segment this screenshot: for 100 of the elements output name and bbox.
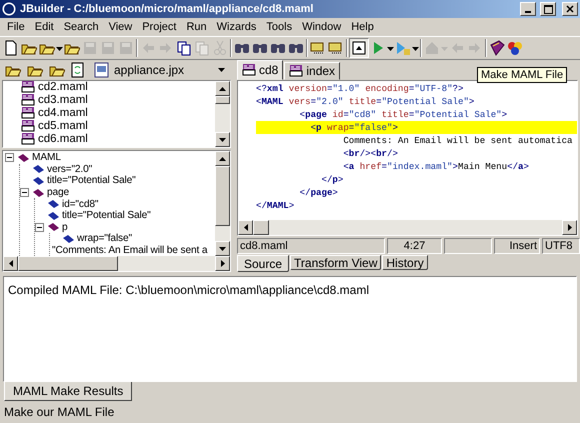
tree-item[interactable]: id="cd8" [62,198,98,210]
caret-icon [218,68,225,72]
tree-item[interactable]: MAML [32,152,61,164]
code-line: <page id="cd8" title="Potential Sale"> [298,108,508,121]
tree-item[interactable]: page [47,187,70,198]
message-line: Compiled MAML File: C:\bluemoon\micro\maml\appliance\cd8.maml [8,283,370,297]
down-arrow-icon [219,138,226,142]
editor-tab[interactable]: index [284,62,340,80]
close-icon [566,5,574,13]
expander-toggle[interactable] [35,222,44,232]
code-line: </MAML> [256,199,296,212]
file-icon [21,106,35,119]
view-tab[interactable]: Source [237,255,290,272]
maximize-button[interactable] [540,2,556,16]
menu-item[interactable]: Tools [261,21,298,33]
file-icon [242,64,256,76]
menu-item[interactable]: Help [346,21,379,33]
project-file[interactable]: cd5.maml [38,120,88,132]
code-line: <br/><br/> [342,147,399,160]
diamond-icon [61,234,75,244]
horizontal-scrollbar[interactable] [3,256,230,271]
code-line: <a href="index.maml">Main Menu</a> [342,160,530,173]
expander-toggle[interactable] [20,188,29,198]
menu-item[interactable]: Search [58,21,104,33]
scroll-left-button[interactable] [3,256,18,271]
panel-toggle-icon[interactable] [349,38,369,58]
tree-item[interactable]: vers="2.0" [47,164,92,175]
encoding-status: UTF8 [542,238,580,254]
diamond-icon [31,188,45,198]
code-line: </p> [320,173,344,186]
code-line: <?xml version="1.0" encoding="UTF-8"?> [256,82,464,95]
tree-item[interactable]: "Comments: An Email will be sent a [52,245,208,256]
tree-item[interactable]: p [62,222,68,233]
diamond-icon [31,176,45,186]
diamond-icon [16,152,30,163]
menu-item[interactable]: File [2,21,30,33]
insert-mode-status: Insert [494,238,540,254]
diamond-icon [46,210,60,221]
scroll-thumb[interactable] [18,256,118,271]
project-file[interactable]: cd2.maml [38,81,88,94]
vertical-scrollbar[interactable] [215,81,230,147]
up-arrow-icon [219,86,226,90]
scroll-up-button[interactable] [215,81,230,96]
scroll-thumb[interactable] [215,96,230,104]
menu-item[interactable]: Wizards [212,21,262,33]
scroll-down-button[interactable] [215,241,230,256]
code-line: <MAML vers="2.0" title="Potential Sale"> [256,95,476,108]
editor-tab[interactable]: cd8 [237,60,284,80]
tree-item[interactable]: wrap="false" [77,233,132,244]
minimize-button[interactable] [520,2,536,16]
tree-item[interactable]: title="Potential Sale" [47,175,136,186]
up-arrow-icon [219,156,226,160]
project-file[interactable]: cd3.maml [38,94,88,106]
window-title: JBuilder - C:/bluemoon/micro/maml/appliance/cd8.maml [20,3,314,15]
left-arrow-icon [244,224,248,231]
close-button[interactable] [562,2,578,16]
status-text: Make our MAML File [4,405,114,419]
code-line: Comments: An Email will be sent automatica [342,134,574,147]
menu-item[interactable]: Project [137,21,182,33]
menu-item[interactable]: View [104,21,138,33]
diamond-icon [31,164,45,174]
scroll-right-button[interactable] [215,256,230,271]
refresh-icon[interactable] [70,60,86,80]
scroll-thumb[interactable] [253,220,269,235]
scroll-left-button[interactable] [238,220,253,235]
right-arrow-icon [220,260,224,267]
file-icon [289,65,304,77]
project-dropdown[interactable]: appliance.jpx [90,60,229,78]
file-icon [21,132,35,145]
scroll-down-button[interactable] [215,132,230,147]
left-arrow-icon [8,260,12,267]
vertical-scrollbar[interactable] [215,151,230,256]
project-icon [94,62,110,78]
menu-item[interactable]: Run [181,21,212,33]
maximize-icon [544,4,552,14]
scroll-thumb[interactable] [215,166,230,226]
scroll-up-button[interactable] [215,151,230,166]
down-arrow-icon [219,246,226,250]
cursor-position: 4:27 [387,238,442,254]
app-icon [2,2,16,16]
project-file[interactable]: cd4.maml [38,106,88,119]
diamond-icon [46,199,60,210]
view-tab[interactable]: Transform View [290,255,382,270]
file-name-status: cd8.maml [237,238,385,254]
results-tab[interactable]: MAML Make Results [4,382,132,401]
tree-item[interactable]: title="Potential Sale" [62,210,151,222]
menu-item[interactable]: Window [297,21,346,33]
project-file[interactable]: cd6.maml [38,132,88,145]
horizontal-scrollbar[interactable] [238,220,577,235]
file-icon [21,120,35,132]
code-line: </page> [298,186,339,199]
empty-status-panel [444,238,492,254]
right-arrow-icon [568,224,572,231]
expander-toggle[interactable] [5,153,14,162]
scroll-right-button[interactable] [562,220,577,235]
view-tab[interactable]: History [382,255,428,270]
diamond-icon [46,222,60,232]
tooltip: Make MAML File [477,67,568,83]
menu-item[interactable]: Edit [30,21,59,33]
book-icon[interactable] [488,38,506,58]
